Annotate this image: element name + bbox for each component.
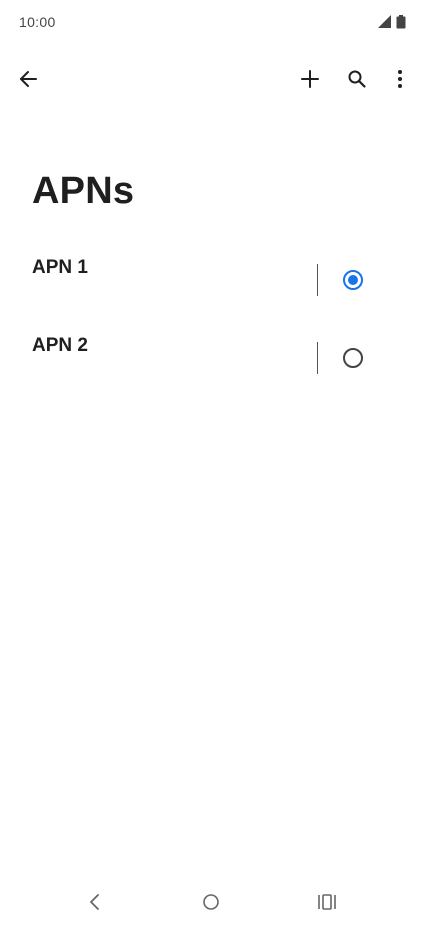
status-time: 10:00 [19, 14, 56, 30]
page-title: APNs [32, 170, 135, 212]
cellular-signal-icon [378, 15, 392, 34]
back-button[interactable] [8, 61, 48, 101]
nav-home-icon [202, 893, 220, 916]
system-navigation-bar [0, 880, 422, 928]
battery-icon [396, 15, 406, 34]
add-icon [300, 69, 320, 94]
nav-recents-button[interactable] [305, 884, 349, 924]
more-options-button[interactable] [380, 61, 420, 101]
search-icon [347, 69, 367, 94]
nav-home-button[interactable] [189, 884, 233, 924]
arrow-back-icon [18, 69, 38, 94]
apn-radio-button[interactable] [343, 348, 363, 368]
nav-recents-icon [317, 893, 337, 916]
divider [317, 342, 318, 374]
apn-name: APN 1 [32, 257, 88, 278]
apn-name: APN 2 [32, 335, 88, 356]
apn-list-item[interactable]: APN 1 [0, 244, 422, 314]
divider [317, 264, 318, 296]
add-apn-button[interactable] [290, 61, 330, 101]
status-bar: 10:00 [0, 0, 422, 48]
nav-back-icon [89, 893, 101, 916]
apn-list-item[interactable]: APN 2 [0, 322, 422, 392]
nav-back-button[interactable] [73, 884, 117, 924]
apn-radio-button[interactable] [343, 270, 363, 290]
search-button[interactable] [337, 61, 377, 101]
more-vert-icon [397, 69, 403, 94]
status-icons [378, 15, 406, 34]
